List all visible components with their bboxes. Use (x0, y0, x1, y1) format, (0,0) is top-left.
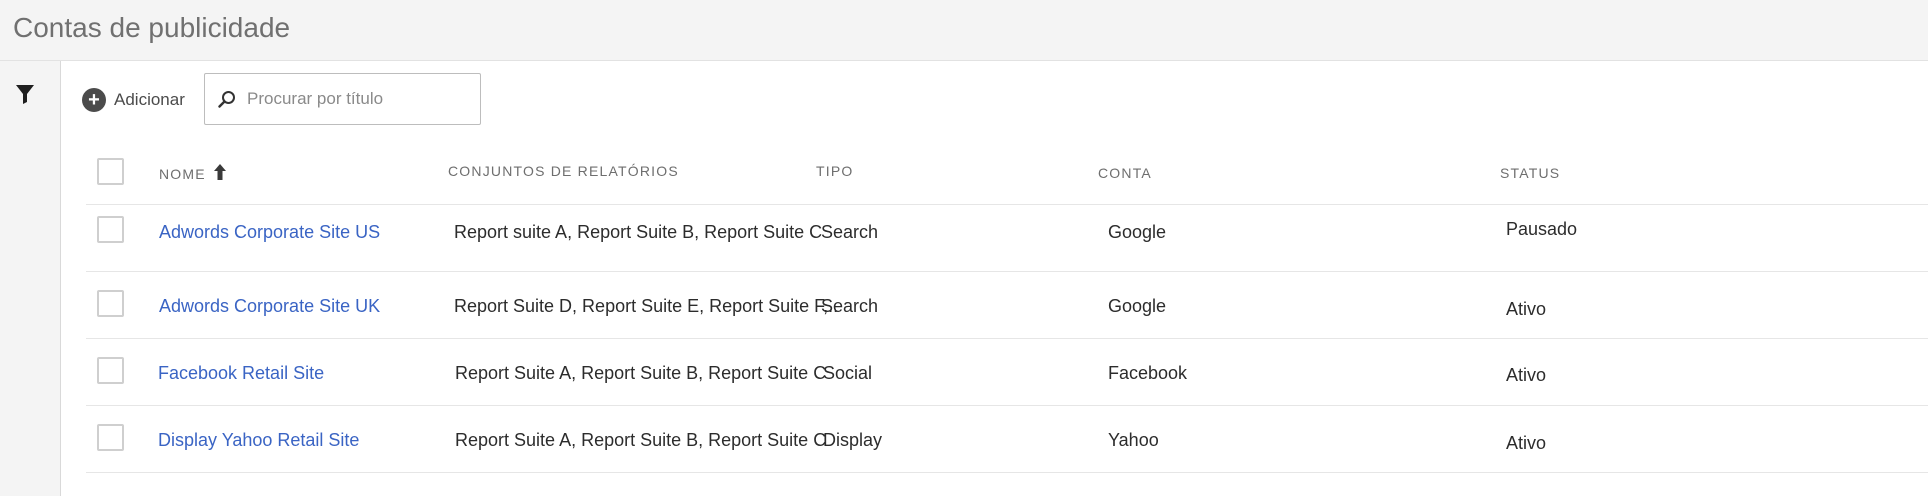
table-row[interactable]: Adwords Corporate Site US Report suite A… (86, 205, 1928, 272)
type-cell: Social (823, 363, 873, 383)
account-name-link[interactable]: Facebook Retail Site (158, 363, 324, 384)
row-checkbox[interactable] (97, 424, 124, 451)
status-cell: Ativo (1506, 365, 1547, 385)
page-header: Contas de publicidade (0, 0, 1928, 61)
account-cell: Yahoo (1108, 430, 1159, 450)
left-rail (0, 61, 61, 496)
accounts-table: NOME CONJUNTOS DE RELATÓRIOS TIPO CONTA … (86, 144, 1928, 473)
table-row[interactable]: Display Yahoo Retail Site Report Suite A… (86, 406, 1928, 473)
report-suites-cell: Report Suite A, Report Suite B, Report S… (455, 363, 827, 383)
report-suites-cell: Report suite A, Report Suite B, Report S… (454, 222, 823, 242)
column-header-name[interactable]: NOME (159, 163, 227, 182)
account-name-link[interactable]: Display Yahoo Retail Site (158, 430, 359, 451)
column-header-status[interactable]: STATUS (1500, 165, 1560, 181)
account-name-link[interactable]: Adwords Corporate Site UK (159, 296, 380, 317)
type-cell: Search (821, 296, 879, 316)
add-button[interactable]: + Adicionar (82, 87, 185, 113)
status-cell: Ativo (1506, 299, 1547, 319)
account-cell: Facebook (1108, 363, 1188, 383)
type-cell: Display (823, 430, 883, 450)
search-field[interactable] (204, 73, 481, 125)
table-row[interactable]: Facebook Retail Site Report Suite A, Rep… (86, 339, 1928, 406)
table-header-row: NOME CONJUNTOS DE RELATÓRIOS TIPO CONTA … (86, 144, 1928, 205)
status-cell: Ativo (1506, 433, 1547, 453)
table-row[interactable]: Adwords Corporate Site UK Report Suite D… (86, 272, 1928, 339)
column-header-name-label: NOME (159, 166, 206, 182)
row-checkbox[interactable] (97, 216, 124, 243)
column-header-report-suites[interactable]: CONJUNTOS DE RELATÓRIOS (448, 163, 679, 179)
add-button-label: Adicionar (114, 90, 185, 109)
filter-icon[interactable] (14, 83, 36, 105)
sort-ascending-icon[interactable] (213, 163, 227, 181)
add-circle-icon: + (82, 88, 106, 112)
row-checkbox[interactable] (97, 290, 124, 317)
report-suites-cell: Report Suite D, Report Suite E, Report S… (454, 296, 839, 316)
select-all-checkbox[interactable] (97, 158, 124, 185)
status-cell: Pausado (1506, 219, 1578, 239)
row-checkbox[interactable] (97, 357, 124, 384)
column-header-type[interactable]: TIPO (816, 163, 853, 179)
search-icon (218, 91, 235, 108)
account-cell: Google (1108, 222, 1167, 242)
report-suites-cell: Report Suite A, Report Suite B, Report S… (455, 430, 827, 450)
account-name-link[interactable]: Adwords Corporate Site US (159, 222, 380, 243)
main-content: + Adicionar NOME CONJUNTOS DE RELATÓRIOS… (62, 61, 1928, 496)
page-title: Contas de publicidade (13, 12, 291, 43)
column-header-account[interactable]: CONTA (1098, 165, 1152, 181)
search-input[interactable] (247, 74, 472, 124)
type-cell: Search (821, 222, 879, 242)
account-cell: Google (1108, 296, 1167, 316)
